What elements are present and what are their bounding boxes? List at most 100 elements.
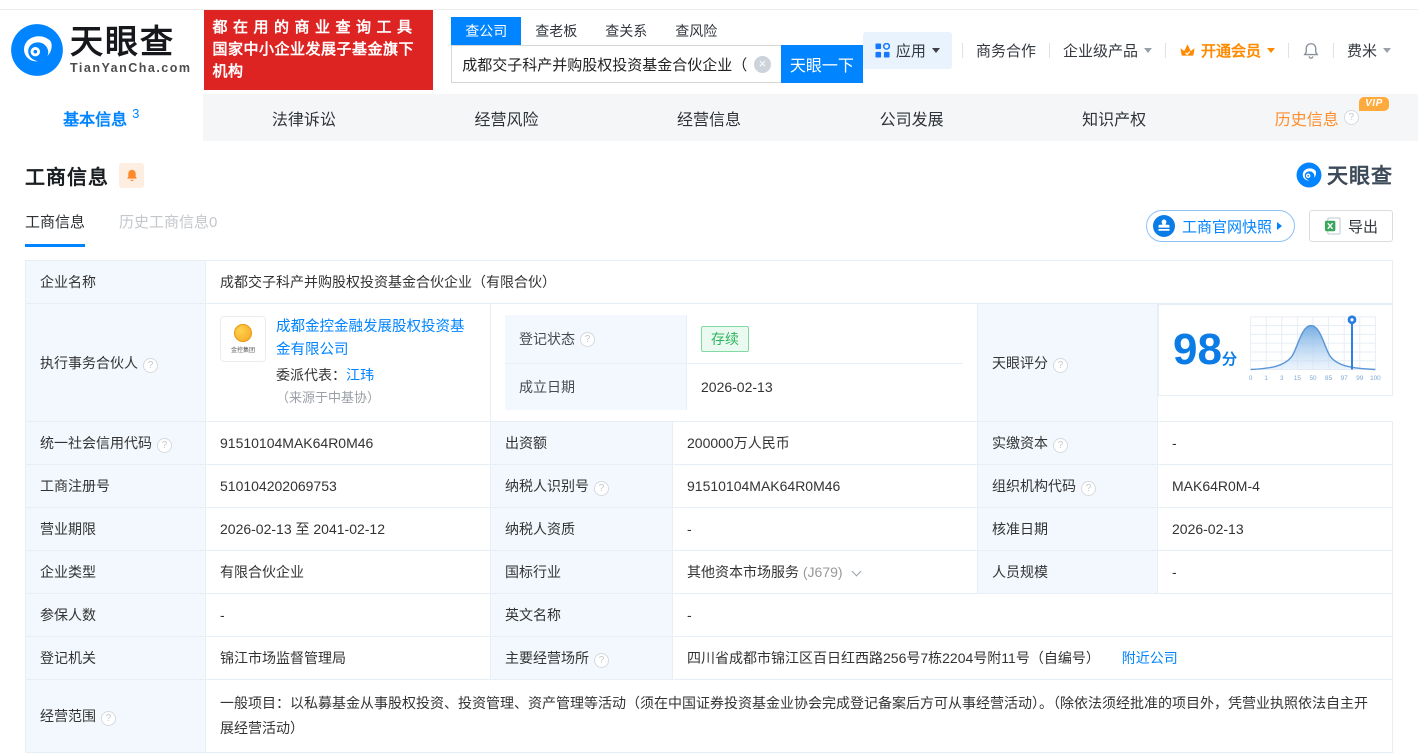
- address-label: 主要经营场所: [490, 636, 673, 680]
- score-label-text: 天眼评分: [992, 354, 1048, 371]
- address-label-text: 主要经营场所: [505, 650, 589, 666]
- taxpayer-quality-value: -: [672, 507, 978, 551]
- table-row: 企业名称 成都交子科产并购股权投资基金合伙企业（有限合伙）: [25, 260, 1393, 304]
- clear-icon[interactable]: [753, 55, 771, 73]
- partner-logo-text: 金控集团: [230, 348, 255, 355]
- status-badge: 存续: [701, 326, 749, 352]
- chevron-down-icon[interactable]: [852, 566, 862, 577]
- tab-operating-info[interactable]: 经营信息: [608, 94, 811, 141]
- score-distribution-chart: 0 1 3 15 50 85 97 99 100: [1248, 315, 1381, 382]
- nav-cooperation[interactable]: 商务合作: [963, 40, 1049, 61]
- help-icon[interactable]: [580, 331, 595, 347]
- svg-text:100: 100: [1370, 375, 1381, 382]
- chevron-down-icon: [931, 47, 940, 53]
- tab-legal-proceedings[interactable]: 法律诉讼: [203, 94, 406, 141]
- svg-text:99: 99: [1356, 375, 1364, 382]
- paid-capital-label-text: 实缴资本: [992, 435, 1048, 451]
- tab-company-development[interactable]: 公司发展: [810, 94, 1013, 141]
- delegate-name-link[interactable]: 江玮: [346, 367, 374, 383]
- nav-enterprise-products[interactable]: 企业级产品: [1050, 40, 1165, 61]
- reg-status-label-text: 登记状态: [519, 331, 575, 347]
- help-icon[interactable]: [1081, 481, 1096, 496]
- business-term-value: 2026-02-13 至 2041-02-12: [205, 507, 491, 551]
- capital-value: 200000万人民币: [672, 421, 978, 465]
- help-icon[interactable]: [594, 653, 609, 668]
- score-value: 98: [1173, 325, 1222, 374]
- svg-text:0: 0: [1248, 375, 1252, 382]
- nav-vip-label: 开通会员: [1200, 42, 1261, 60]
- export-button[interactable]: 导出: [1308, 210, 1393, 242]
- main-content: 工商信息 天眼查 工商信息 历史工商信息0 工商官网快照 导出 企业名称 成都交…: [0, 160, 1418, 753]
- taxpayer-id-value: 91510104MAK64R0M46: [672, 464, 978, 508]
- table-row: 执行事务合伙人 金控集团 成都金控金融发展股权投资基金有限公司 委派代表：江玮 …: [25, 303, 1393, 422]
- registry-label: 登记机关: [25, 636, 206, 680]
- official-snapshot-button[interactable]: 工商官网快照: [1145, 210, 1295, 242]
- company-name-value: 成都交子科产并购股权投资基金合伙企业（有限合伙）: [205, 260, 1393, 304]
- industry-value: 其他资本市场服务 (J679): [672, 550, 978, 594]
- taxpayer-quality-label: 纳税人资质: [490, 507, 673, 551]
- partner-company-link[interactable]: 成都金控金融发展股权投资基金有限公司: [276, 319, 465, 357]
- search-tabs: 查公司 查老板 查关系 查风险: [451, 17, 863, 45]
- tab-history-info[interactable]: 历史信息 VIP: [1215, 94, 1418, 141]
- search-tab-company[interactable]: 查公司: [451, 17, 522, 45]
- table-row: 统一社会信用代码 91510104MAK64R0M46 出资额 200000万人…: [25, 421, 1393, 465]
- chevron-down-icon: [1383, 47, 1391, 53]
- help-icon[interactable]: [101, 711, 116, 727]
- nearby-companies-link[interactable]: 附近公司: [1122, 650, 1178, 666]
- svg-text:85: 85: [1325, 375, 1333, 382]
- taxpayer-id-label-text: 纳税人识别号: [505, 478, 589, 494]
- svg-text:1: 1: [1264, 375, 1268, 382]
- score-label: 天眼评分: [977, 303, 1158, 422]
- org-code-label: 组织机构代码: [977, 464, 1158, 508]
- org-code-value: MAK64R0M-4: [1157, 464, 1393, 508]
- apps-grid-icon: [875, 42, 890, 58]
- tab-history-label: 历史信息: [1274, 111, 1339, 129]
- tianyancha-watermark-icon: [1296, 162, 1322, 188]
- search-input[interactable]: [451, 45, 781, 83]
- search-tab-relation[interactable]: 查关系: [591, 17, 661, 45]
- nav-open-vip[interactable]: 开通会员: [1166, 40, 1288, 61]
- svg-text:15: 15: [1293, 375, 1301, 382]
- company-type-value: 有限合伙企业: [205, 550, 491, 594]
- partner-logo-emblem: [234, 324, 252, 343]
- insured-count-value: -: [205, 593, 491, 637]
- insured-count-label: 参保人数: [25, 593, 206, 637]
- help-icon[interactable]: [1343, 110, 1359, 125]
- help-icon[interactable]: [143, 357, 158, 373]
- tab-intellectual-property[interactable]: 知识产权: [1013, 94, 1216, 141]
- nav-apps[interactable]: 应用: [862, 31, 952, 69]
- tab-operating-risk[interactable]: 经营风险: [405, 94, 608, 141]
- credit-code-label: 统一社会信用代码: [25, 421, 206, 465]
- nav-apps-label: 应用: [895, 42, 926, 60]
- help-icon[interactable]: [594, 481, 609, 496]
- svg-text:3: 3: [1280, 375, 1284, 382]
- tianyancha-logo[interactable]: 天眼查 TianYanCha.com: [10, 23, 192, 77]
- company-type-label: 企业类型: [25, 550, 206, 594]
- notification-bell-icon[interactable]: [1289, 41, 1333, 60]
- delegate-label: 委派代表：: [276, 367, 346, 384]
- score-axis-ticks: 0 1 3 15 50 85 97 99 100: [1248, 375, 1380, 382]
- capital-label: 出资额: [490, 421, 673, 465]
- credit-code-value: 91510104MAK64R0M46: [205, 421, 491, 465]
- search-tab-boss[interactable]: 查老板: [521, 17, 591, 45]
- help-icon[interactable]: [1053, 438, 1068, 453]
- industry-label: 国标行业: [490, 550, 673, 594]
- search-button[interactable]: 天眼一下: [780, 45, 863, 83]
- credit-code-label-text: 统一社会信用代码: [40, 435, 152, 451]
- address-text: 四川省成都市锦江区百日红西路256号7栋2204号附11号（自编号）: [687, 650, 1100, 666]
- svg-text:97: 97: [1340, 375, 1348, 382]
- search-tab-risk[interactable]: 查风险: [661, 17, 731, 45]
- tab-basic-info-count: 3: [132, 106, 140, 121]
- subtab-history-business-info[interactable]: 历史工商信息0: [119, 211, 217, 247]
- help-icon[interactable]: [1053, 357, 1068, 373]
- tab-basic-info[interactable]: 基本信息 3: [0, 94, 203, 141]
- brand-name: 天眼查: [70, 23, 175, 60]
- help-icon[interactable]: [157, 438, 172, 453]
- address-value: 四川省成都市锦江区百日红西路256号7栋2204号附11号（自编号） 附近公司: [672, 636, 1393, 680]
- nav-user-menu[interactable]: 费米: [1334, 40, 1404, 61]
- watermark-text: 天眼查: [1327, 165, 1393, 188]
- subtab-business-info[interactable]: 工商信息: [25, 211, 86, 247]
- subscribe-bell-icon[interactable]: [119, 162, 144, 188]
- table-row: 登记机关 锦江市场监督管理局 主要经营场所 四川省成都市锦江区百日红西路256号…: [25, 636, 1393, 680]
- svg-text:50: 50: [1309, 375, 1317, 382]
